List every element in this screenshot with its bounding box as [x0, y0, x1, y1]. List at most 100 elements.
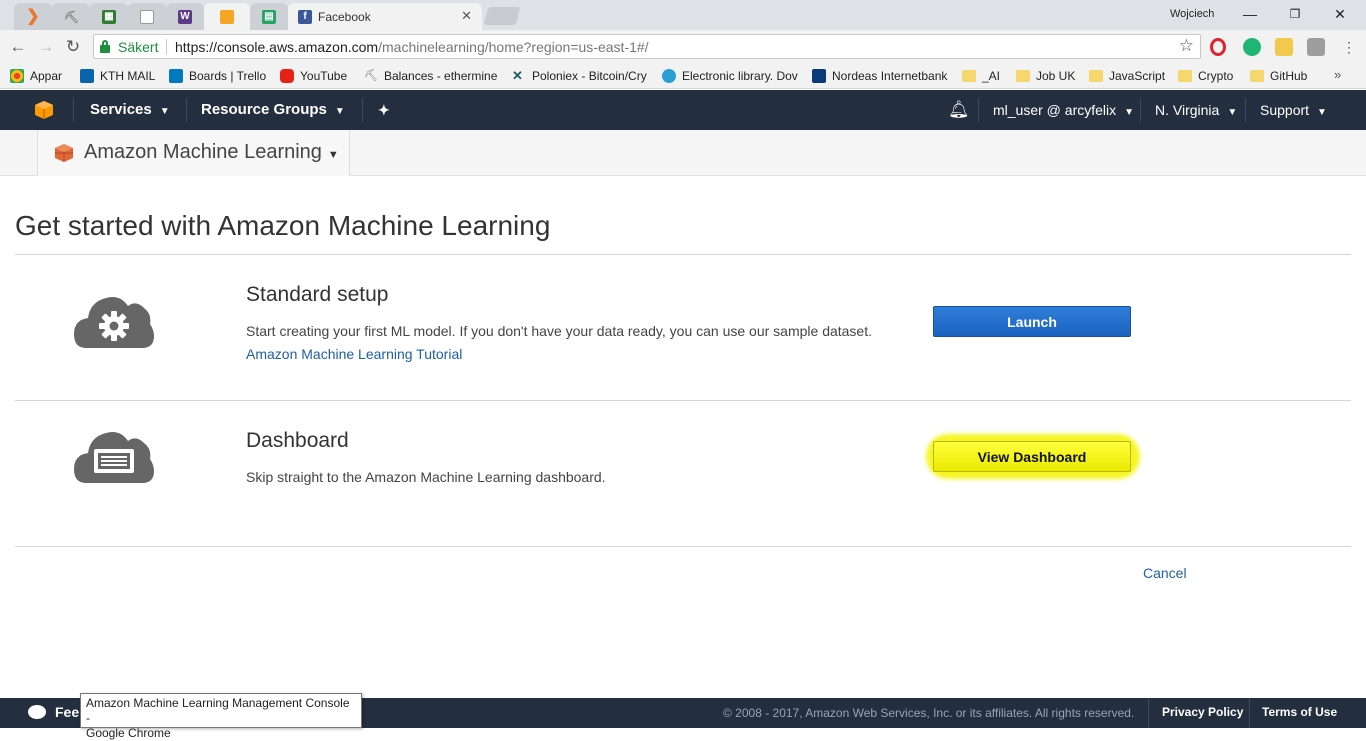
- tab-facebook[interactable]: f Facebook ✕: [288, 3, 482, 30]
- bookmark-electronic-library[interactable]: Electronic library. Dov: [662, 68, 798, 84]
- mail-extension-icon[interactable]: [1307, 38, 1325, 56]
- bookmark-poloniex[interactable]: ✕ Poloniex - Bitcoin/Cry: [512, 68, 648, 84]
- trello-icon: [169, 69, 183, 83]
- copyright-text: © 2008 - 2017, Amazon Web Services, Inc.…: [723, 706, 1135, 720]
- secure-label: Säkert: [118, 39, 159, 55]
- services-menu[interactable]: Services ▼: [90, 90, 170, 130]
- bookmark-folder-crypto[interactable]: Crypto: [1178, 68, 1240, 84]
- standard-setup-description: Start creating your first ML model. If y…: [246, 323, 873, 339]
- url-host: https://console.aws.amazon.com: [175, 39, 379, 55]
- nav-separator: [362, 98, 363, 122]
- tooltip-line: Amazon Machine Learning Management Conso…: [86, 696, 350, 725]
- chevron-down-icon: ▼: [327, 149, 339, 161]
- bookmark-label: Balances - ethermine: [384, 69, 497, 83]
- bookmark-appar[interactable]: Appar: [10, 68, 74, 84]
- back-icon[interactable]: ←: [7, 36, 29, 58]
- tab-w[interactable]: W: [166, 3, 204, 30]
- terms-of-use-link[interactable]: Terms of Use: [1262, 705, 1337, 719]
- apps-icon: [10, 69, 24, 83]
- address-row: ← → ↻ Säkert https://console.aws.amazon.…: [0, 30, 1366, 63]
- region-label: N. Virginia: [1155, 102, 1220, 118]
- chevron-down-icon: ▼: [1317, 107, 1327, 118]
- service-switcher[interactable]: Amazon Machine Learning ▼: [37, 130, 350, 176]
- nav-separator: [73, 98, 74, 122]
- bookmark-folder-job-uk[interactable]: Job UK: [1016, 68, 1080, 84]
- minimize-icon[interactable]: —: [1228, 3, 1272, 25]
- bookmark-label: Nordeas Internetbank: [832, 69, 948, 83]
- browser-tab-strip: ❯ ⛏ ▦ W ▤ f Facebook ✕ Wojciech — ❐ ✕: [0, 0, 1366, 30]
- view-dashboard-button[interactable]: View Dashboard: [933, 441, 1131, 472]
- bookmarks-overflow-icon[interactable]: »: [1334, 67, 1341, 82]
- bookmark-label: JavaScript: [1109, 69, 1166, 83]
- privacy-policy-link[interactable]: Privacy Policy: [1162, 705, 1243, 719]
- region-menu[interactable]: N. Virginia ▼: [1155, 90, 1237, 130]
- maximize-icon[interactable]: ❐: [1273, 3, 1317, 25]
- chevron-down-icon: ▼: [1124, 107, 1135, 118]
- tab-ethermine[interactable]: ⛏: [52, 3, 90, 30]
- bookmark-folder-ai[interactable]: _AI: [962, 68, 1004, 84]
- pickaxe-tab-icon: ⛏: [64, 9, 80, 24]
- account-menu[interactable]: ml_user @ arcyfelix ▼: [993, 90, 1134, 130]
- nav-separator: [186, 98, 187, 122]
- bookmarks-bar: Appar KTH MAIL Boards | Trello YouTube ⛏…: [0, 63, 1366, 89]
- aws-tab-icon: ❯: [26, 7, 40, 25]
- chat-extension-icon[interactable]: [1243, 38, 1261, 56]
- close-icon[interactable]: ✕: [1318, 3, 1362, 25]
- opera-icon[interactable]: [1210, 38, 1226, 56]
- tooltip-line: Google Chrome: [86, 726, 171, 740]
- bookmark-label: KTH MAIL: [100, 69, 156, 83]
- cancel-link[interactable]: Cancel: [1143, 565, 1187, 581]
- weather-extension-icon[interactable]: [1275, 38, 1293, 56]
- dashboard-description: Skip straight to the Amazon Machine Lear…: [246, 469, 606, 485]
- bookmark-folder-javascript[interactable]: JavaScript: [1089, 68, 1169, 84]
- bookmark-star-icon[interactable]: ☆: [1179, 36, 1194, 56]
- standard-setup-title: Standard setup: [246, 283, 389, 306]
- account-label: ml_user @ arcyfelix: [993, 102, 1117, 118]
- chrome-menu-icon[interactable]: ⋮: [1338, 36, 1360, 58]
- feedback-button[interactable]: Fee: [28, 704, 79, 720]
- bookmark-nordea[interactable]: Nordeas Internetbank: [812, 68, 948, 84]
- bookmark-label: Job UK: [1036, 69, 1076, 83]
- forward-icon[interactable]: →: [35, 36, 57, 58]
- facebook-icon: f: [298, 9, 312, 24]
- reload-icon[interactable]: ↻: [62, 36, 84, 58]
- launch-button[interactable]: Launch: [933, 306, 1131, 337]
- pin-icon[interactable]: ✦: [378, 90, 390, 130]
- chevron-down-icon: ▼: [334, 106, 345, 117]
- bookmark-youtube[interactable]: YouTube: [280, 68, 354, 84]
- folder-icon: [1089, 70, 1103, 82]
- bookmark-ethermine[interactable]: ⛏ Balances - ethermine: [364, 68, 497, 84]
- divider: [15, 546, 1351, 547]
- bookmark-label: GitHub: [1270, 69, 1308, 83]
- support-menu[interactable]: Support ▼: [1260, 90, 1327, 130]
- tab-sheets[interactable]: ▤: [250, 3, 288, 30]
- address-bar[interactable]: Säkert https://console.aws.amazon.com/ma…: [93, 34, 1201, 59]
- aws-console-nav: Services ▼ Resource Groups ▼ ✦ 🔔︎ ml_user …: [0, 90, 1366, 130]
- new-tab-button[interactable]: [483, 7, 521, 25]
- tutorial-link[interactable]: Amazon Machine Learning Tutorial: [246, 346, 462, 362]
- tab-spreadsheet[interactable]: ▦: [90, 3, 128, 30]
- sheets-tab-icon: ▤: [262, 9, 276, 24]
- tab-close-icon[interactable]: ✕: [461, 8, 472, 24]
- bookmark-kth-mail[interactable]: KTH MAIL: [80, 68, 162, 84]
- bookmark-label: Appar: [30, 69, 63, 83]
- bookmark-label: _AI: [982, 69, 1001, 83]
- bookmark-trello[interactable]: Boards | Trello: [169, 68, 271, 84]
- lock-icon: [100, 40, 110, 53]
- tab-document[interactable]: [128, 3, 166, 30]
- url-text[interactable]: https://console.aws.amazon.com/machinele…: [175, 39, 649, 55]
- machine-learning-service-icon: [55, 144, 73, 162]
- service-header: Amazon Machine Learning ▼: [0, 130, 1366, 176]
- tab-aws[interactable]: ❯: [14, 3, 52, 30]
- bell-icon[interactable]: 🔔︎: [948, 90, 970, 130]
- bookmark-label: Boards | Trello: [189, 69, 267, 83]
- youtube-icon: [280, 69, 294, 83]
- poloniex-icon: ✕: [512, 68, 523, 83]
- resource-groups-menu[interactable]: Resource Groups ▼: [201, 90, 345, 130]
- chevron-down-icon: ▼: [1227, 107, 1238, 118]
- tab-aws-ml-active[interactable]: [204, 3, 250, 30]
- bookmark-folder-github[interactable]: GitHub: [1250, 68, 1312, 84]
- footer-separator: [1148, 698, 1149, 728]
- aws-cube-logo-icon[interactable]: [34, 100, 54, 120]
- profile-name[interactable]: Wojciech: [1170, 8, 1214, 20]
